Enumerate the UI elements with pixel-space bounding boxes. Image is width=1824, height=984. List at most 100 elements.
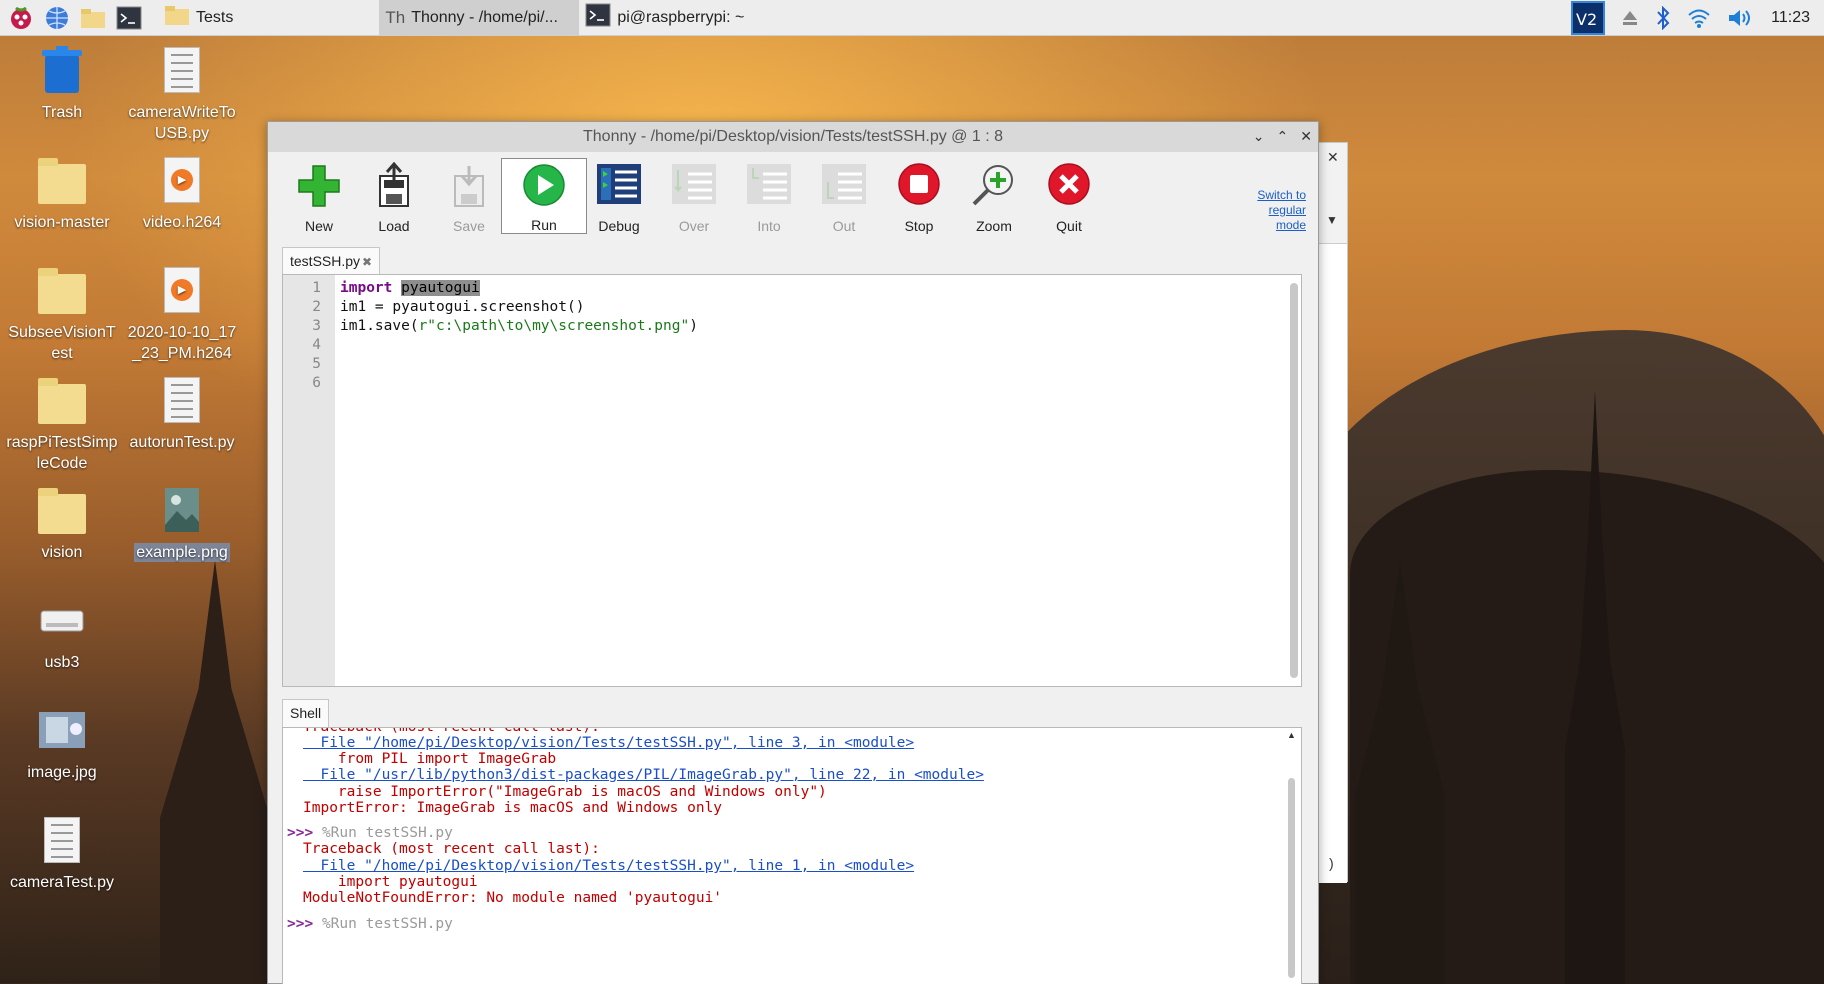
background-window[interactable]: ✕ ▼ ) <box>1318 142 1348 883</box>
quit-label: Quit <box>1056 218 1082 234</box>
run-icon <box>523 164 565 206</box>
zoom-button[interactable]: Zoom <box>951 158 1037 234</box>
vnc-icon[interactable]: V2 <box>1571 1 1606 35</box>
shell-console[interactable]: Traceback (most recent call last): File … <box>282 727 1302 984</box>
maximize-icon[interactable]: ⌃ <box>1277 128 1289 145</box>
video-file-icon: ▶ <box>156 154 208 206</box>
desktop-icon-2020-video[interactable]: ▶ 2020-10-10_17_23_PM.h264 <box>126 264 238 364</box>
wifi-icon[interactable] <box>1687 8 1711 28</box>
trash-icon <box>36 44 88 96</box>
debug-icon <box>597 164 641 204</box>
chevron-down-icon[interactable]: ▼ <box>1326 213 1338 227</box>
shell-prompt: >>> <box>287 825 314 841</box>
desktop-icon-label: SubseeVisionTest <box>8 324 116 362</box>
taskbar: Tests Th Thonny - /home/pi/... pi@raspbe… <box>0 0 1824 36</box>
new-button[interactable]: New <box>276 158 362 234</box>
scrollbar-thumb[interactable] <box>1288 778 1295 978</box>
desktop-icon-subseevisiontest[interactable]: SubseeVisionTest <box>6 264 118 364</box>
code-editor[interactable]: 1 2 3 4 5 6 import pyautogui im1 = pyaut… <box>282 274 1302 687</box>
new-label: New <box>304 218 333 234</box>
keyword: import <box>340 280 393 296</box>
scroll-up-icon[interactable]: ▲ <box>1287 730 1296 740</box>
window-titlebar[interactable]: Thonny - /home/pi/Desktop/vision/Tests/t… <box>268 122 1318 152</box>
step-out-button[interactable]: Out <box>801 158 887 234</box>
bluetooth-icon[interactable] <box>1655 6 1671 30</box>
task-tests[interactable]: Tests <box>158 0 239 36</box>
desktop-icon-trash[interactable]: Trash <box>6 44 118 123</box>
string-literal: r"c:\path\to\my\screenshot.png" <box>418 318 690 334</box>
file-manager-icon[interactable] <box>78 3 108 33</box>
minimize-icon[interactable]: ⌄ <box>1253 128 1265 145</box>
desktop-icon-label: video.h264 <box>142 214 222 231</box>
svg-text:V2: V2 <box>1576 10 1597 29</box>
desktop-icon-image-jpg[interactable]: image.jpg <box>6 704 118 783</box>
step-over-label: Over <box>678 218 710 234</box>
raspberry-menu-icon[interactable] <box>6 3 36 33</box>
thonny-icon: Th <box>385 7 406 27</box>
task-terminal[interactable]: pi@raspberrypi: ~ <box>579 0 750 36</box>
video-file-icon: ▶ <box>156 264 208 316</box>
shell-command: %Run testSSH.py <box>321 825 453 841</box>
eject-icon[interactable] <box>1621 10 1639 26</box>
line-number: 1 <box>312 280 321 296</box>
task-thonny[interactable]: Th Thonny - /home/pi/... <box>379 0 580 36</box>
debug-button[interactable]: Debug <box>576 158 662 234</box>
folder-icon <box>164 4 190 31</box>
stop-icon <box>898 163 940 205</box>
desktop-icon-label: image.jpg <box>27 764 97 781</box>
shell-command: %Run testSSH.py <box>321 916 453 932</box>
tab-shell[interactable]: Shell <box>282 699 330 727</box>
web-browser-icon[interactable] <box>42 3 72 33</box>
desktop-icon-cameratest[interactable]: cameraTest.py <box>6 814 118 893</box>
background-window-content <box>1319 243 1347 883</box>
folder-icon <box>36 374 88 426</box>
line-number: 6 <box>312 375 321 391</box>
shell-prompt: >>> <box>287 916 314 932</box>
desktop-icon-rasppitestsimplecode[interactable]: raspPiTestSimpleCode <box>6 374 118 474</box>
load-button[interactable]: Load <box>351 158 437 234</box>
zoom-icon <box>972 165 1013 206</box>
desktop-icon-autoruntest[interactable]: autorunTest.py <box>126 374 238 453</box>
terminal-icon <box>585 3 611 32</box>
editor-tabs: testSSH.py ✖ <box>282 247 381 275</box>
line-number: 4 <box>312 337 321 353</box>
shell-line: ImportError: ImageGrab is macOS and Wind… <box>303 800 723 816</box>
system-tray: V2 11:23 <box>1563 0 1824 36</box>
step-over-icon <box>672 164 716 204</box>
close-icon[interactable]: ✕ <box>1300 128 1312 145</box>
terminal-launcher-icon[interactable] <box>114 3 144 33</box>
desktop-icon-camerawritetousb[interactable]: cameraWriteToUSB.py <box>126 44 238 144</box>
line-number: 3 <box>312 318 321 334</box>
save-button[interactable]: Save <box>426 158 512 234</box>
desktop-icon-video-h264[interactable]: ▶ video.h264 <box>126 154 238 233</box>
desktop-icon-vision[interactable]: vision <box>6 484 118 563</box>
code-text: import pyautogui im1 = pyautogui.screens… <box>340 279 698 336</box>
desktop-icon-label: 2020-10-10_17_23_PM.h264 <box>127 324 237 362</box>
stop-label: Stop <box>904 218 934 234</box>
line-number: 5 <box>312 356 321 372</box>
desktop-icon-example-png[interactable]: example.png <box>126 484 238 563</box>
clock[interactable]: 11:23 <box>1771 9 1810 27</box>
line-number: 2 <box>312 299 321 315</box>
thonny-window: Thonny - /home/pi/Desktop/vision/Tests/t… <box>267 121 1319 984</box>
step-out-icon <box>822 164 866 204</box>
stop-button[interactable]: Stop <box>876 158 962 234</box>
close-tab-icon[interactable]: ✖ <box>362 255 372 269</box>
editor-scrollbar[interactable] <box>1290 283 1298 678</box>
folder-icon <box>36 484 88 536</box>
run-button[interactable]: Run <box>501 158 587 234</box>
folder-icon <box>36 154 88 206</box>
volume-icon[interactable] <box>1727 7 1753 29</box>
switch-to-regular-mode-link[interactable]: Switch to regular mode <box>1257 188 1306 233</box>
window-title: Thonny - /home/pi/Desktop/vision/Tests/t… <box>583 128 1003 145</box>
desktop-icon-vision-master[interactable]: vision-master <box>6 154 118 233</box>
step-into-button[interactable]: Into <box>726 158 812 234</box>
desktop-icon-usb3[interactable]: usb3 <box>6 594 118 673</box>
tab-testssh[interactable]: testSSH.py ✖ <box>282 247 381 275</box>
shell-scrollbar[interactable]: ▲ <box>1286 728 1298 984</box>
step-over-button[interactable]: Over <box>651 158 737 234</box>
desktop-icon-label: vision <box>41 544 83 561</box>
temple-silhouette <box>160 560 270 984</box>
close-icon[interactable]: ✕ <box>1327 149 1339 166</box>
quit-button[interactable]: Quit <box>1026 158 1112 234</box>
